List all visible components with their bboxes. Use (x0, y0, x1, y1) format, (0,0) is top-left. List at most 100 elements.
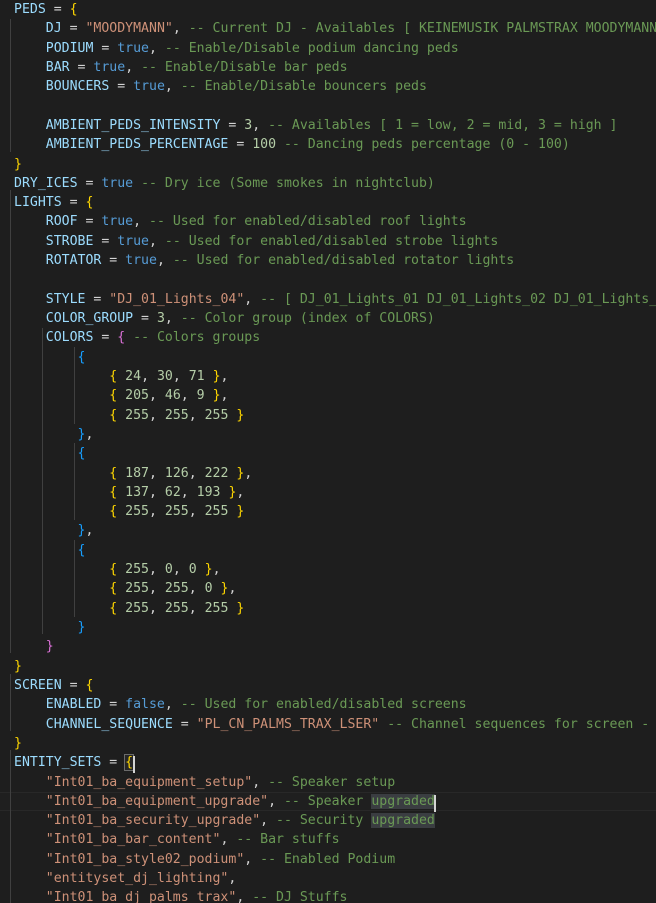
token-op: , (133, 214, 142, 230)
code-line[interactable]: "entityset_dj_lighting", (0, 869, 656, 888)
token-cmt: -- Used for enabled/disabled rotator lig… (164, 253, 515, 269)
code-line-text: CHANNEL_SEQUENCE = "PL_CN_PALMS_TRAX_LSE… (0, 715, 656, 734)
token-op: = (109, 79, 134, 95)
code-line[interactable]: DRY_ICES = true -- Dry ice (Some smokes … (0, 174, 656, 193)
code-line[interactable]: SCREEN = { (0, 676, 656, 695)
code-line[interactable]: { 24, 30, 71 }, (0, 367, 656, 386)
code-line[interactable]: { 255, 255, 255 } (0, 406, 656, 425)
token-id: ENABLED (45, 697, 102, 713)
code-line[interactable]: }, (0, 521, 656, 540)
token-num: 126 (156, 465, 189, 481)
code-editor[interactable]: PEDS = { DJ = "MOODYMANN", -- Current DJ… (0, 0, 656, 903)
token-cmt: -- Dancing peds percentage (0 - 100) (276, 137, 570, 153)
code-line[interactable]: } (0, 618, 656, 637)
code-line-text: ROOF = true, -- Used for enabled/disable… (0, 212, 467, 231)
code-line[interactable]: "Int01_ba_equipment_setup", -- Speaker s… (0, 773, 656, 792)
code-line[interactable]: { 255, 255, 0 }, (0, 579, 656, 598)
code-line[interactable]: { 187, 126, 222 }, (0, 464, 656, 483)
token-num: 255 (196, 407, 229, 423)
code-line[interactable]: ROTATOR = true, -- Used for enabled/disa… (0, 251, 656, 270)
code-line-text: } (0, 637, 54, 656)
code-line[interactable]: BOUNCERS = true, -- Enable/Disable bounc… (0, 77, 656, 96)
code-line[interactable]: PODIUM = true, -- Enable/Disable podium … (0, 39, 656, 58)
token-id: BAR (45, 59, 70, 75)
code-line-text: { 24, 30, 71 }, (0, 367, 228, 386)
token-op: , (149, 233, 157, 249)
code-line[interactable]: STYLE = "DJ_01_Lights_04", -- [ DJ_01_Li… (0, 290, 656, 309)
code-line[interactable]: { 255, 0, 0 }, (0, 560, 656, 579)
code-line[interactable]: { 255, 255, 255 } (0, 502, 656, 521)
code-line[interactable]: PEDS = { (0, 0, 656, 19)
code-lines[interactable]: PEDS = { DJ = "MOODYMANN", -- Current DJ… (0, 0, 656, 903)
token-op: , (164, 79, 173, 95)
token-cmt: -- Security (268, 813, 372, 829)
code-line[interactable]: "Int01_ba_style02_podium", -- Enabled Po… (0, 850, 656, 869)
token-str: "Int01_ba_equipment_setup" (45, 774, 253, 790)
token-op: , (228, 871, 237, 887)
code-line[interactable]: { 205, 46, 9 }, (0, 386, 656, 405)
code-line[interactable] (0, 97, 656, 116)
code-line-text: ROTATOR = true, -- Used for enabled/disa… (0, 251, 514, 270)
token-op: , (149, 581, 157, 597)
code-line[interactable]: }, (0, 425, 656, 444)
code-line[interactable]: AMBIENT_PEDS_INTENSITY = 3, -- Available… (0, 116, 656, 135)
token-str: "Int01_ba_equipment_upgrade" (45, 793, 269, 809)
code-line-text: } (0, 657, 22, 676)
code-line-text: } (0, 618, 86, 637)
code-line[interactable]: } (0, 657, 656, 676)
token-kw: true (93, 59, 126, 75)
code-line-text: { (0, 541, 86, 560)
code-line[interactable]: ENTITY_SETS = { (0, 753, 656, 772)
token-b1: } (14, 156, 22, 172)
code-line[interactable]: { 137, 62, 193 }, (0, 483, 656, 502)
token-cmt: -- Bar stuffs (228, 832, 340, 848)
token-id: STYLE (45, 291, 86, 307)
code-line[interactable]: { (0, 444, 656, 463)
token-op: , (188, 600, 197, 616)
token-op: = (133, 311, 157, 326)
code-line[interactable]: "Int01_ba_dj_palms_trax", -- DJ Stuffs (0, 888, 656, 903)
code-line[interactable]: LIGHTS = { (0, 193, 656, 212)
code-line[interactable]: BAR = true, -- Enable/Disable bar peds (0, 58, 656, 77)
code-line-text: } (0, 734, 22, 753)
code-line[interactable]: } (0, 734, 656, 753)
token-id: STROBE (45, 233, 94, 249)
code-line[interactable] (0, 270, 656, 289)
code-line[interactable]: { 255, 255, 255 } (0, 599, 656, 618)
code-line[interactable]: CHANNEL_SEQUENCE = "PL_CN_PALMS_TRAX_LSE… (0, 715, 656, 734)
code-line[interactable]: "Int01_ba_security_upgrade", -- Security… (0, 811, 656, 830)
token-op: , (149, 484, 157, 500)
token-op: , (252, 117, 261, 133)
token-cmt: -- Color group (index of COLORS) (172, 311, 435, 326)
code-line[interactable]: "Int01_ba_equipment_upgrade", -- Speaker… (0, 791, 656, 812)
code-line[interactable]: DJ = "MOODYMANN", -- Current DJ - Availa… (0, 19, 656, 38)
code-line[interactable]: COLORS = { -- Colors groups (0, 328, 656, 347)
code-line-text: }, (0, 521, 94, 540)
code-line-text (0, 270, 46, 289)
code-line[interactable]: ROOF = true, -- Used for enabled/disable… (0, 212, 656, 231)
code-line-text: { (0, 348, 86, 367)
code-line[interactable]: } (0, 637, 656, 656)
code-line-text: COLOR_GROUP = 3, -- Color group (index o… (0, 309, 435, 328)
code-line[interactable]: } (0, 155, 656, 174)
code-line[interactable]: COLOR_GROUP = 3, -- Color group (index o… (0, 309, 656, 328)
token-str: "entityset_dj_lighting" (45, 871, 229, 887)
token-b3: { (77, 446, 86, 462)
code-line[interactable]: "Int01_ba_bar_content", -- Bar stuffs (0, 830, 656, 849)
code-line[interactable]: ENABLED = false, -- Used for enabled/dis… (0, 695, 656, 714)
code-line[interactable]: { (0, 541, 656, 560)
code-line[interactable]: { (0, 348, 656, 367)
token-b2: } (45, 639, 54, 655)
code-line[interactable]: STROBE = true, -- Used for enabled/disab… (0, 232, 656, 251)
token-id: ROTATOR (45, 253, 102, 269)
code-line[interactable]: AMBIENT_PEDS_PERCENTAGE = 100 -- Dancing… (0, 135, 656, 154)
token-op: , (149, 388, 157, 404)
